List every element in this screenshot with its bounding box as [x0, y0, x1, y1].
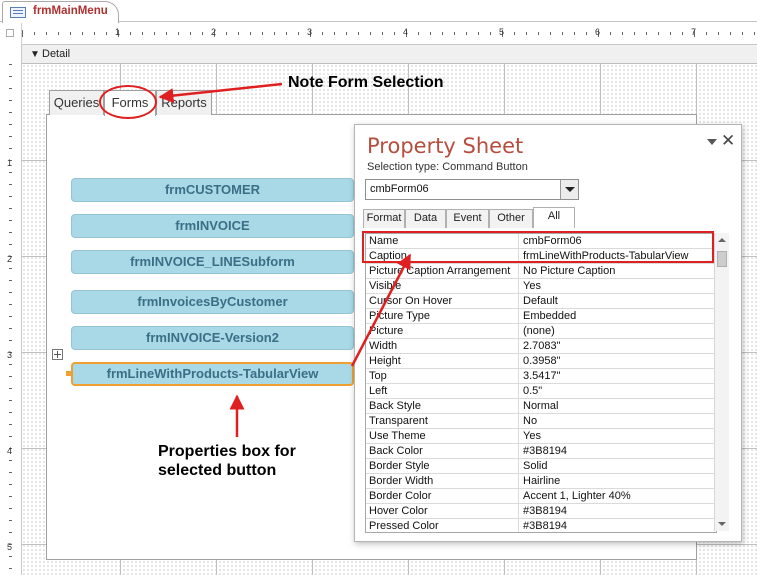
properties-note-line1: Properties box for	[158, 443, 296, 460]
form-selection-arrow	[158, 82, 283, 104]
properties-note-line2: selected button	[158, 462, 277, 479]
caption-arrow	[350, 253, 412, 367]
form-selection-note: Note Form Selection	[288, 74, 444, 91]
